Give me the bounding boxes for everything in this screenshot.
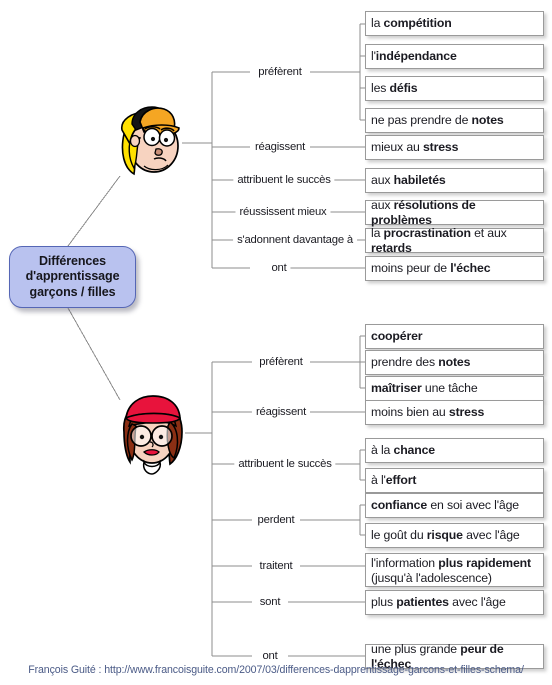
leaf-box[interactable]: coopérer (365, 324, 544, 349)
leaf-text: coopérer (371, 329, 423, 344)
branch-label-garcons-reagissent[interactable]: réagissent (250, 141, 310, 153)
leaf-text: prendre des notes (371, 355, 471, 370)
leaf-box[interactable]: à la chance (365, 438, 544, 463)
leaf-text: aux habiletés (371, 173, 446, 188)
leaf-box[interactable]: la procrastination et aux retards (365, 226, 544, 255)
leaf-text: à la chance (371, 443, 435, 458)
leaf-text: le goût du risque avec l'âge (371, 528, 520, 543)
leaf-text: la compétition (371, 16, 452, 31)
branch-label-garcons-reussissent[interactable]: réussissent mieux (235, 206, 331, 218)
leaf-box[interactable]: prendre des notes (365, 350, 544, 375)
branch-label-filles-traitent[interactable]: traitent (255, 560, 297, 572)
branch-label-filles-perdent[interactable]: perdent (253, 514, 299, 526)
leaf-text: l'indépendance (371, 49, 457, 64)
root-node[interactable]: Différences d'apprentissage garçons / fi… (9, 246, 136, 308)
leaf-box[interactable]: aux résolutions de problèmes (365, 198, 544, 227)
source-credit[interactable]: François Guité : http://www.francoisguit… (0, 664, 552, 676)
leaf-text: ne pas prendre de notes (371, 113, 504, 128)
branch-label-garcons-preferent[interactable]: préfèrent (254, 66, 306, 78)
branch-label-garcons-attribuent[interactable]: attribuent le succès (233, 174, 335, 186)
root-node-label: Différences d'apprentissage garçons / fi… (25, 253, 120, 299)
leaf-box[interactable]: le goût du risque avec l'âge (365, 523, 544, 548)
leaf-text: maîtriser une tâche (371, 381, 478, 396)
leaf-text: moins peur de l'échec (371, 261, 491, 276)
branch-label-garcons-sadonnent[interactable]: s'adonnent davantage à (233, 234, 357, 246)
leaf-box[interactable]: aux habiletés (365, 168, 544, 193)
leaf-box[interactable]: ne pas prendre de notes (365, 108, 544, 133)
branch-label-filles-preferent[interactable]: préfèrent (255, 356, 307, 368)
leaf-text: mieux au stress (371, 140, 459, 155)
leaf-box[interactable]: à l'effort (365, 468, 544, 493)
branch-label-garcons-ont[interactable]: ont (267, 262, 291, 274)
leaf-box[interactable]: mieux au stress (365, 135, 544, 160)
leaf-box[interactable]: confiance en soi avec l'âge (365, 493, 544, 518)
girl-avatar (112, 392, 190, 476)
leaf-box[interactable]: plus patientes avec l'âge (365, 590, 544, 615)
branch-label-filles-ont[interactable]: ont (258, 650, 282, 662)
leaf-box[interactable]: la compétition (365, 11, 544, 36)
leaf-box[interactable]: l'indépendance (365, 44, 544, 69)
leaf-box[interactable]: l'information plus rapidement (jusqu'à l… (365, 553, 544, 587)
leaf-box[interactable]: moins peur de l'échec (365, 256, 544, 281)
leaf-text: les défis (371, 81, 418, 96)
branch-label-filles-attribuent[interactable]: attribuent le succès (234, 458, 336, 470)
leaf-box[interactable]: maîtriser une tâche (365, 376, 544, 401)
boy-avatar (110, 100, 186, 180)
leaf-box[interactable]: les défis (365, 76, 544, 101)
leaf-text: moins bien au stress (371, 405, 485, 420)
leaf-text: confiance en soi avec l'âge (371, 498, 519, 513)
mindmap-canvas: Différences d'apprentissage garçons / fi… (0, 0, 552, 685)
leaf-text: la procrastination et aux retards (371, 226, 507, 255)
leaf-text: aux résolutions de problèmes (371, 198, 476, 227)
branch-label-filles-reagissent[interactable]: réagissent (251, 406, 311, 418)
leaf-box[interactable]: moins bien au stress (365, 400, 544, 425)
leaf-text: l'information plus rapidement (jusqu'à l… (371, 556, 531, 585)
leaf-text: à l'effort (371, 473, 417, 488)
leaf-text: plus patientes avec l'âge (371, 595, 506, 610)
branch-label-filles-sont[interactable]: sont (255, 596, 285, 608)
